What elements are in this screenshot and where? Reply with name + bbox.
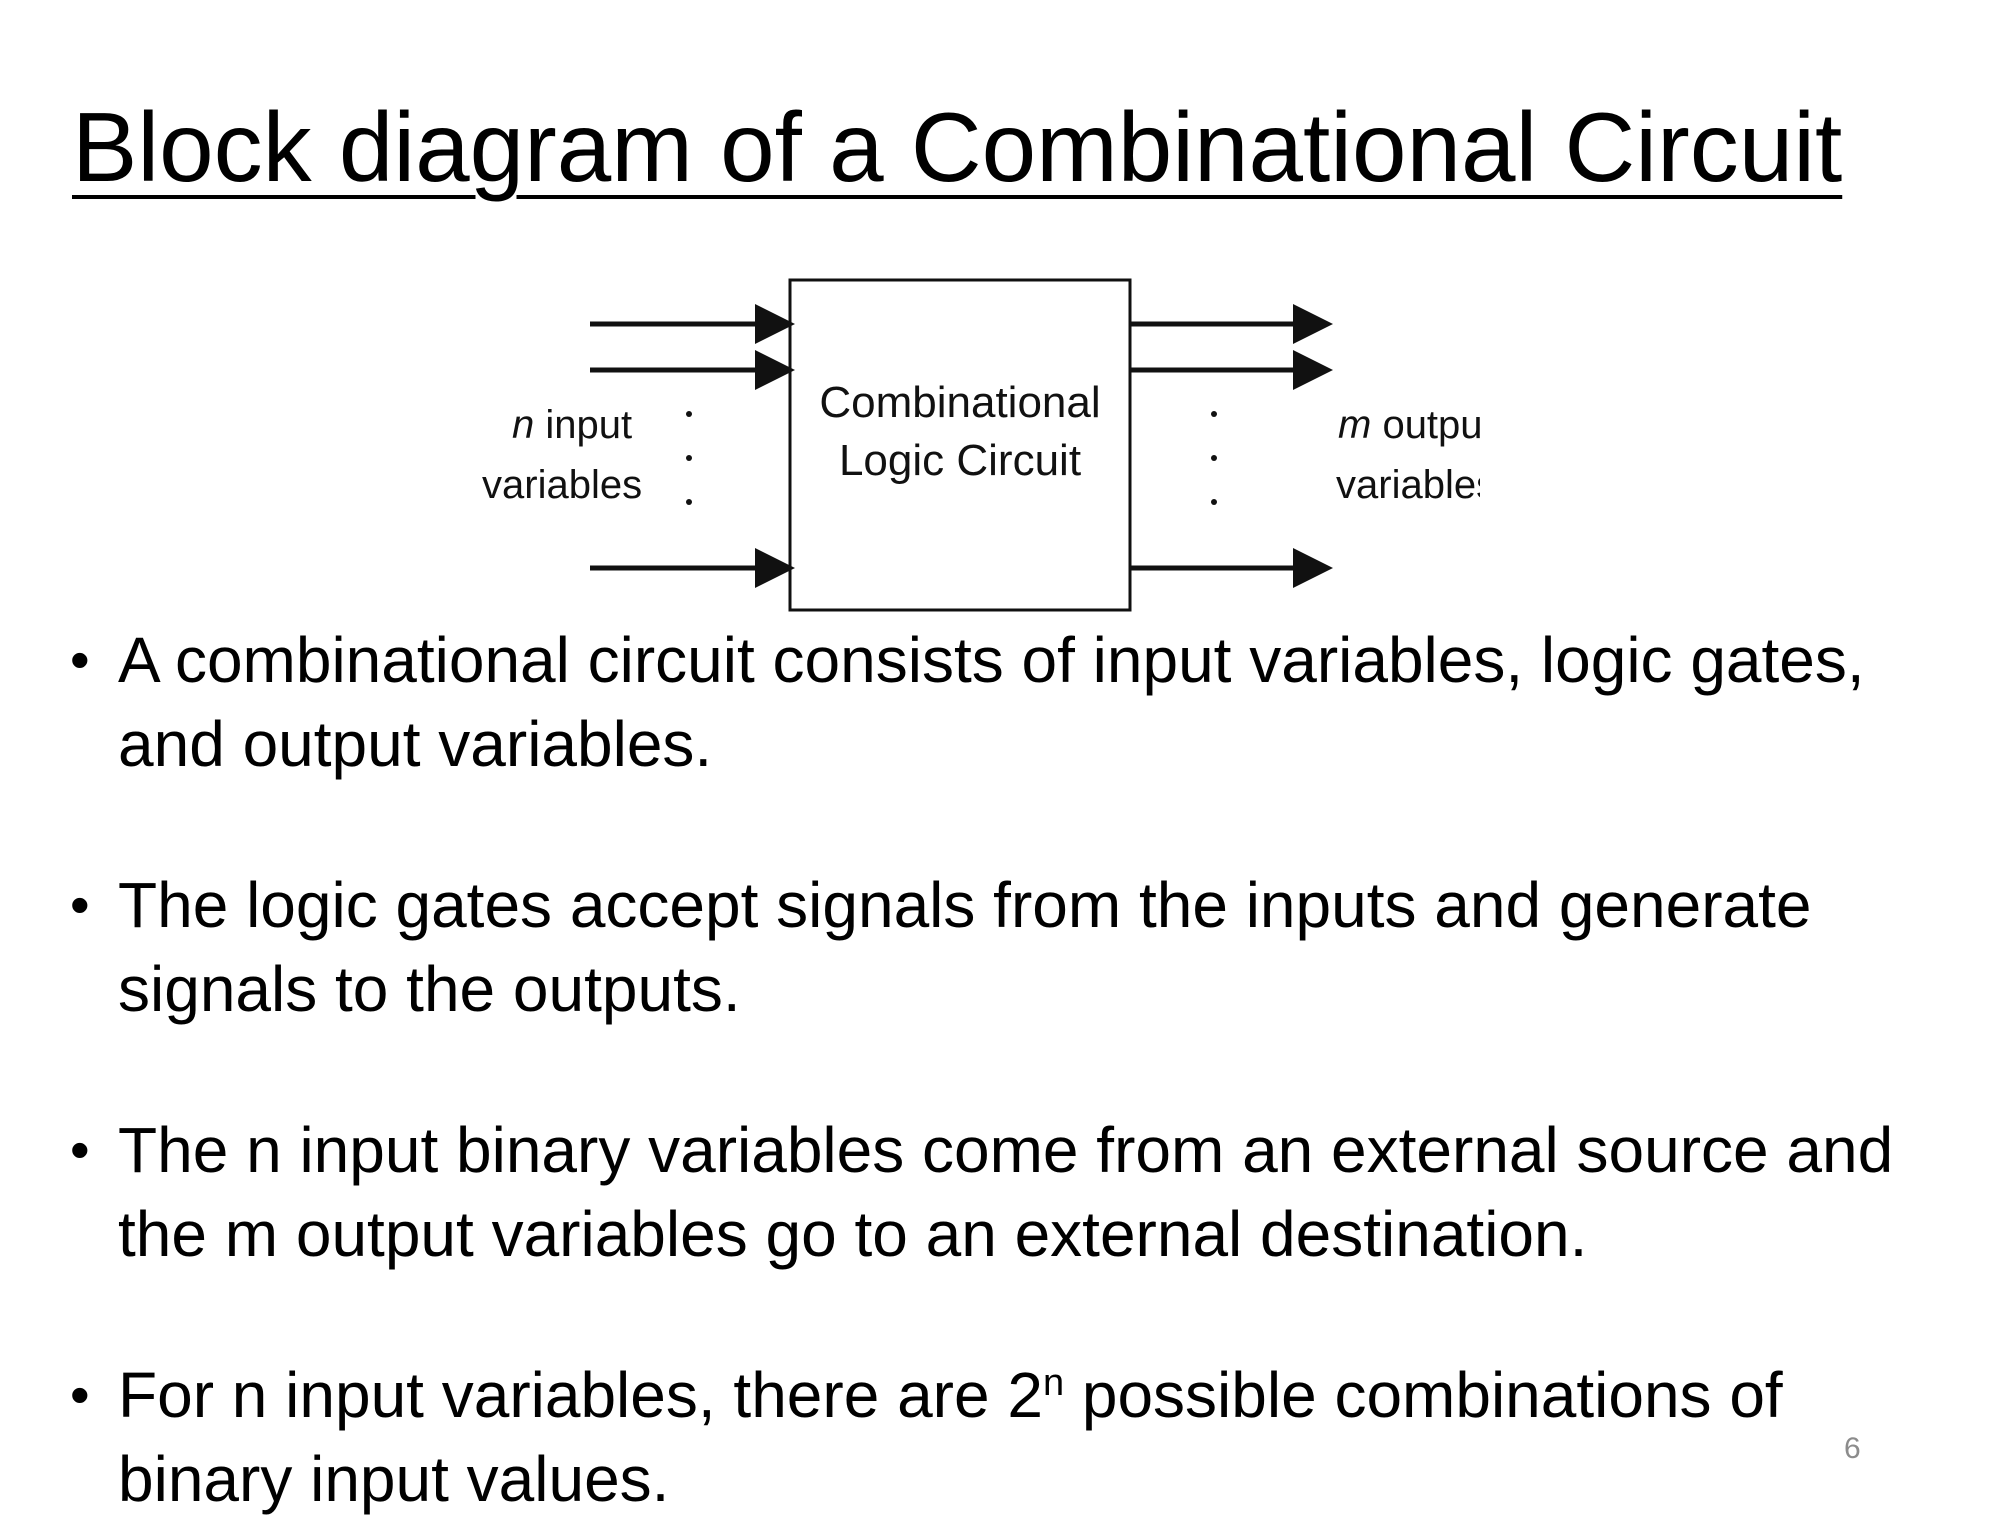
bullet-symbol: •	[70, 1363, 90, 1426]
bullet-item-2: • The logic gates accept signals from th…	[70, 863, 1950, 1031]
input-label-line-1: n input	[512, 403, 632, 447]
bullet-text-3: The n input binary variables come from a…	[118, 1114, 1894, 1270]
output-ellipsis-dot-1	[1211, 411, 1217, 417]
bullet-symbol: •	[70, 628, 90, 691]
slide-title: Block diagram of a Combinational Circuit	[72, 92, 1843, 202]
block-label-line-2: Logic Circuit	[839, 436, 1081, 485]
slide: { "slide": { "title": "Block diagram of …	[0, 0, 2000, 1515]
bullet-symbol: •	[70, 1118, 90, 1181]
bullet-item-3: • The n input binary variables come from…	[70, 1108, 1950, 1276]
bullet-text-4: For n input variables, there are 2n poss…	[118, 1359, 1783, 1515]
block-diagram-figure: Combinational Logic Circuit n input vari…	[482, 278, 1480, 612]
bullet-symbol: •	[70, 873, 90, 936]
input-ellipsis-dot-1	[686, 411, 692, 417]
output-label-line-1: m output	[1338, 403, 1480, 447]
bullet-text-2: The logic gates accept signals from the …	[118, 869, 1812, 1025]
exponent-n: n	[1042, 1362, 1065, 1404]
slide-number: 6	[1844, 1432, 1861, 1465]
bullet-text-4-before-superscript: For n input variables, there are 2	[118, 1359, 1043, 1431]
bullet-list: • A combinational circuit consists of in…	[70, 618, 1950, 1521]
output-label-word: output	[1371, 403, 1480, 447]
input-label-word: input	[534, 403, 632, 447]
block-label-line-1: Combinational	[819, 378, 1100, 427]
output-label-line-2: variables	[1336, 463, 1480, 507]
bullet-item-1: • A combinational circuit consists of in…	[70, 618, 1950, 786]
input-label-line-2: variables	[482, 463, 642, 507]
block-diagram: Combinational Logic Circuit n input vari…	[470, 270, 1480, 620]
bullet-text-1: A combinational circuit consists of inpu…	[118, 624, 1865, 780]
input-ellipsis-dot-2	[686, 455, 692, 461]
output-ellipsis-dot-2	[1211, 455, 1217, 461]
input-ellipsis-dot-3	[686, 499, 692, 505]
bullet-item-4: • For n input variables, there are 2n po…	[70, 1353, 1950, 1521]
input-count-symbol: n	[512, 403, 534, 447]
output-count-symbol: m	[1338, 403, 1371, 447]
output-ellipsis-dot-3	[1211, 499, 1217, 505]
